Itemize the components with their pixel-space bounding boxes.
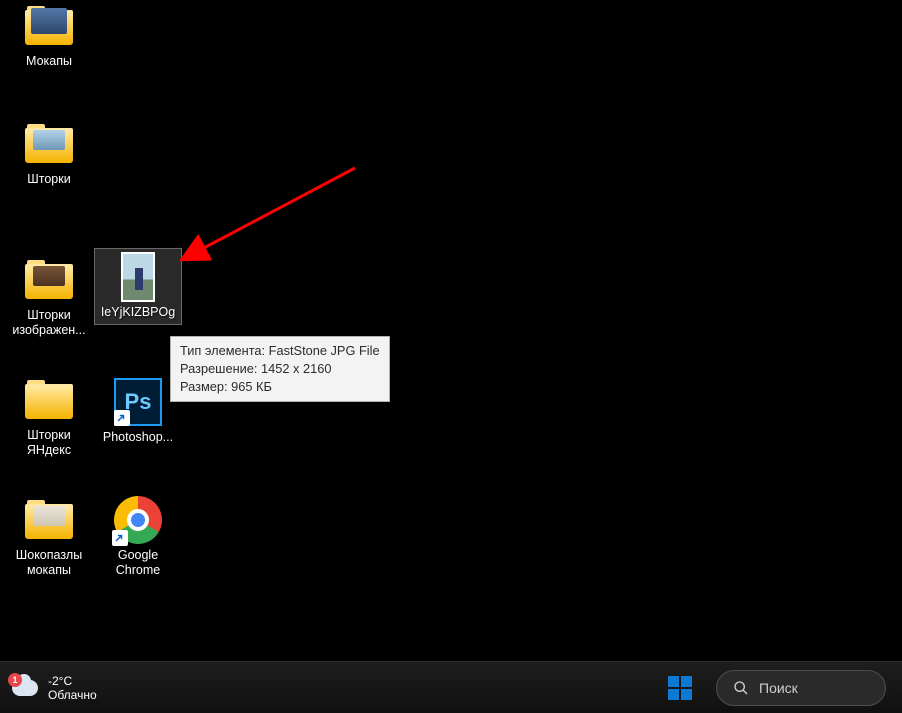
search-icon [733, 680, 749, 696]
notification-badge: 1 [8, 673, 22, 687]
icon-label: IeYjKIZBPOg [96, 305, 180, 320]
desktop-icon[interactable]: Google Chrome [94, 492, 182, 582]
icon-label: Шторки изображен... [7, 308, 91, 338]
desktop-icon[interactable]: Шторки изображен... [5, 252, 93, 342]
icon-label: Шторки [7, 172, 91, 187]
desktop-icon[interactable]: IeYjKIZBPOg [94, 248, 182, 325]
icon-label: Шторки ЯНдекс [7, 428, 91, 458]
icon-graphic [114, 496, 162, 544]
taskbar-search[interactable]: Поиск [716, 670, 886, 706]
icon-graphic [25, 120, 73, 168]
weather-temp: -2°C [48, 674, 97, 688]
icon-graphic: Ps [114, 378, 162, 426]
icon-graphic [25, 496, 73, 544]
weather-condition: Облачно [48, 688, 97, 702]
search-placeholder: Поиск [759, 680, 798, 696]
icon-graphic [25, 2, 73, 50]
windows-logo-icon [668, 676, 692, 700]
icon-label: Шокопазлы мокапы [7, 548, 91, 578]
desktop-icon[interactable]: Шторки ЯНдекс [5, 372, 93, 462]
icon-label: Photoshop... [96, 430, 180, 445]
icon-graphic [114, 253, 162, 301]
start-button[interactable] [660, 668, 700, 708]
icon-label: Мокапы [7, 54, 91, 69]
weather-cloud-icon: 1 [10, 676, 40, 700]
tooltip-line: Тип элемента: FastStone JPG File [180, 342, 380, 360]
photoshop-icon: Ps [114, 378, 162, 426]
shortcut-overlay-icon [114, 410, 130, 426]
icon-graphic [25, 376, 73, 424]
tooltip-line: Разрешение: 1452 x 2160 [180, 360, 380, 378]
desktop-icon[interactable]: Ps Photoshop... [94, 374, 182, 449]
icon-label: Google Chrome [96, 548, 180, 578]
icon-graphic [25, 256, 73, 304]
file-tooltip: Тип элемента: FastStone JPG File Разреше… [170, 336, 390, 402]
image-thumbnail-icon [121, 252, 155, 302]
chrome-icon [114, 496, 162, 544]
weather-widget[interactable]: 1 -2°C Облачно [0, 662, 97, 713]
shortcut-overlay-icon [112, 530, 128, 546]
desktop-icon[interactable]: Шокопазлы мокапы [5, 492, 93, 582]
desktop-icon[interactable]: Мокапы [5, 0, 93, 73]
tooltip-line: Размер: 965 КБ [180, 378, 380, 396]
taskbar: 1 -2°C Облачно Поиск [0, 661, 902, 713]
desktop-icon[interactable]: Шторки [5, 116, 93, 191]
weather-text: -2°C Облачно [48, 674, 97, 702]
desktop[interactable]: Мокапы Шторки Шторки изображен... [0, 0, 902, 661]
